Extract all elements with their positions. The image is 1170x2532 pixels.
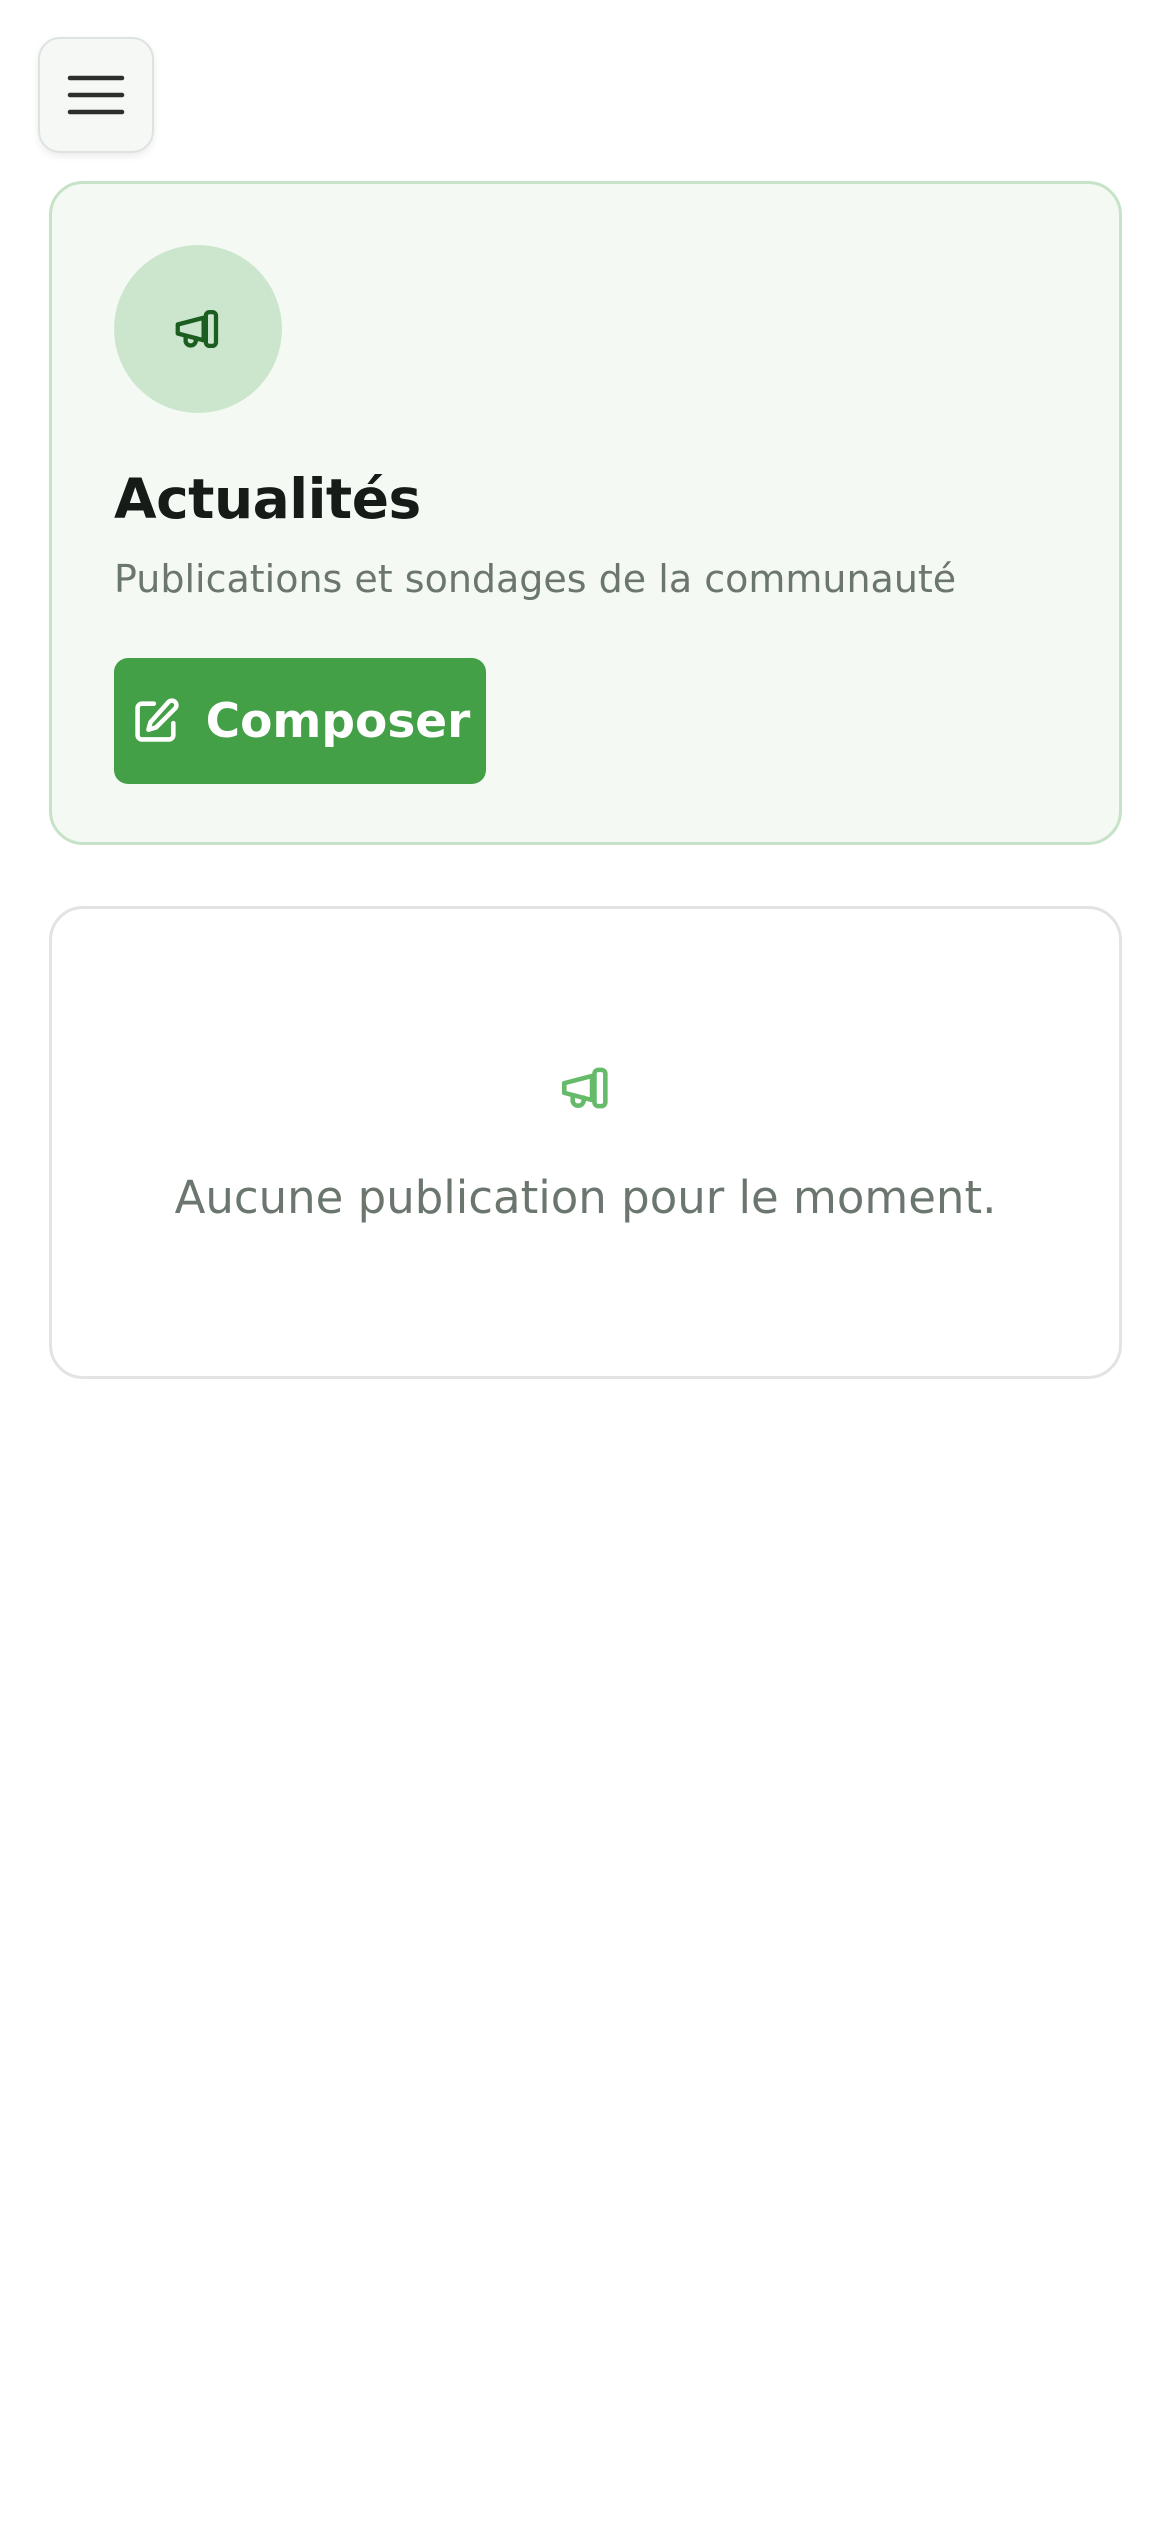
- edit-square-icon: [134, 698, 179, 742]
- compose-button-label: Composer: [205, 693, 471, 749]
- page-subtitle: Publications et sondages de la communaut…: [114, 557, 957, 601]
- empty-feed-card: Aucune publication pour le moment.: [49, 906, 1122, 1379]
- menu-button[interactable]: [38, 37, 154, 153]
- empty-state-message: Aucune publication pour le moment.: [174, 1171, 997, 1224]
- hero-icon-badge: [114, 245, 282, 413]
- compose-button[interactable]: Composer: [114, 658, 486, 784]
- page-title: Actualités: [114, 467, 421, 531]
- megaphone-icon: [561, 1067, 608, 1109]
- news-header-card: Actualités Publications et sondages de l…: [49, 181, 1122, 845]
- megaphone-icon: [175, 309, 219, 349]
- hamburger-menu-icon: [67, 75, 125, 115]
